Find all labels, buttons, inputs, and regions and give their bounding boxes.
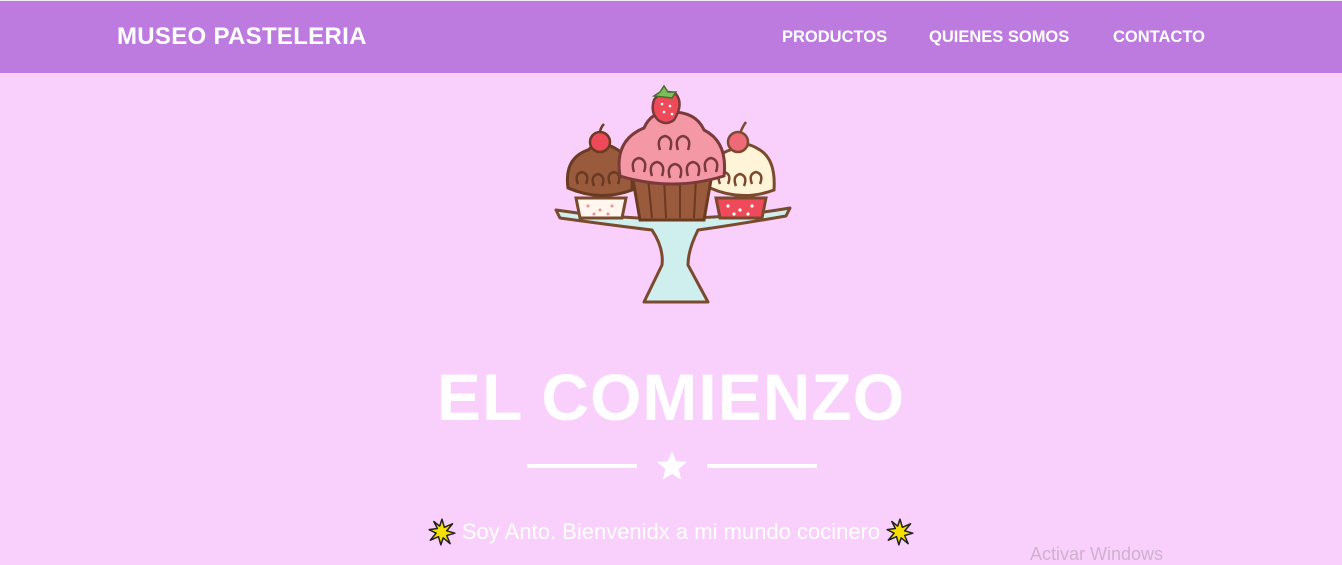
- cupcakes-illustration: [554, 84, 792, 304]
- sparkle-icon: [428, 518, 456, 546]
- star-icon: [657, 451, 687, 480]
- navbar: MUSEO PASTELERIA PRODUCTOS QUIENES SOMOS…: [0, 0, 1342, 73]
- hero-subtitle: Soy Anto. Bienvenidx a mi mundo cocinero: [0, 518, 1342, 546]
- sparkle-icon: [886, 518, 914, 546]
- divider-line-left: [527, 464, 637, 468]
- divider-line-right: [707, 464, 817, 468]
- nav-link-quienes-somos[interactable]: QUIENES SOMOS: [929, 28, 1069, 47]
- hero-title: EL COMIENZO: [436, 360, 906, 434]
- nav-link-productos[interactable]: PRODUCTOS: [782, 28, 887, 47]
- subtitle-text: Soy Anto. Bienvenidx a mi mundo cocinero: [461, 519, 881, 544]
- brand-link[interactable]: MUSEO PASTELERIA: [117, 23, 367, 51]
- nav-link-contacto[interactable]: CONTACTO: [1113, 28, 1205, 47]
- windows-activation-watermark: Activar Windows: [1030, 544, 1164, 564]
